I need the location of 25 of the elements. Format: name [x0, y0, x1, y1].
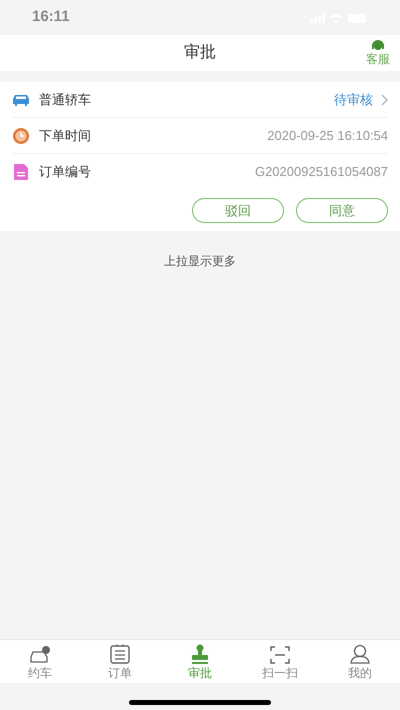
row-value: 2020-09-25 16:10:54 [267, 126, 388, 145]
page-title: 审批 [184, 42, 216, 63]
tab-item[interactable]: 我的 [320, 640, 400, 683]
clock-icon [13, 128, 29, 144]
pull-up-hint: 上拉显示更多 [164, 253, 236, 270]
approve-button[interactable]: 同意 [296, 198, 388, 223]
tab-item[interactable]: 扫一扫 [240, 640, 320, 683]
document-icon [14, 164, 28, 180]
tab-item[interactable]: 审批 [160, 640, 240, 683]
row-value: 待审核 [334, 90, 373, 109]
stamp-icon [191, 644, 209, 664]
customer-service-button[interactable]: 客服 [366, 39, 390, 66]
scan-icon [270, 646, 290, 664]
reject-button[interactable]: 驳回 [192, 198, 284, 223]
row-label: 订单编号 [39, 163, 91, 182]
row-label: 下单时间 [39, 126, 91, 145]
tab-item[interactable]: 订单 [80, 640, 160, 683]
status-time: 16:11 [32, 7, 70, 28]
chevron-right-icon [381, 94, 388, 106]
row-value: G20200925161054087 [254, 163, 388, 182]
headset-icon [371, 39, 385, 52]
person-icon [350, 644, 370, 664]
list-icon [110, 644, 130, 664]
row-label: 普通轿车 [39, 90, 91, 109]
tab-item[interactable]: 约车 [0, 640, 80, 683]
